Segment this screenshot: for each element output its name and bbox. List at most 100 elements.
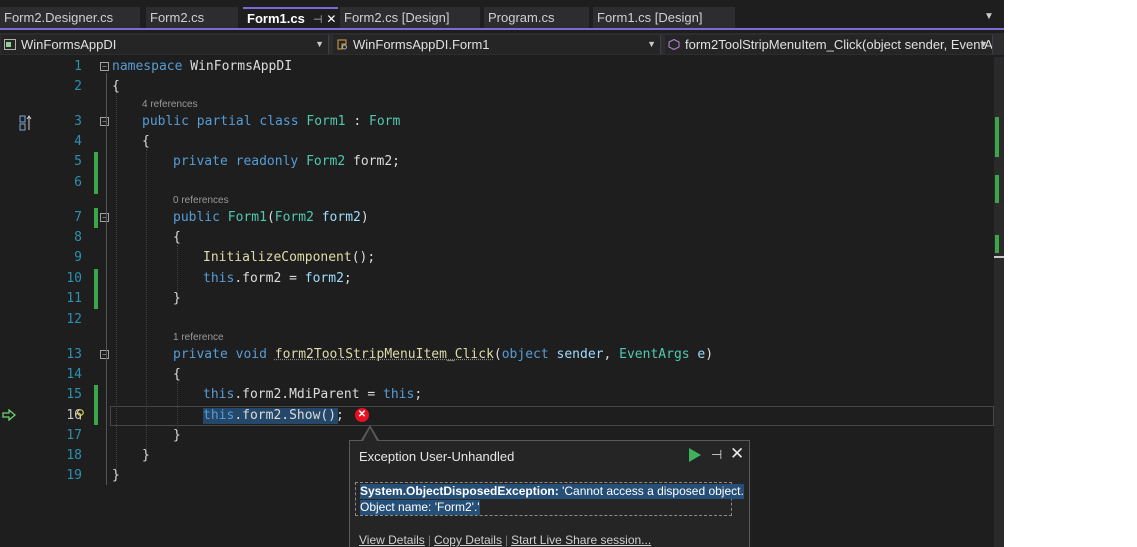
- view-details-link[interactable]: View Details: [359, 533, 425, 547]
- exception-helper-popup: Exception User-Unhandled ⊣ ✕ System.Obje…: [349, 440, 750, 547]
- tab-accent-line: [0, 28, 1004, 30]
- keyword: public partial class: [142, 114, 307, 129]
- line-number: 17: [66, 428, 82, 443]
- collapse-icon[interactable]: −: [100, 213, 109, 222]
- project-name: WinFormsAppDI: [21, 37, 117, 52]
- line-number: 15: [66, 387, 82, 402]
- line-number: 3: [74, 114, 82, 129]
- identifier: .form2 =: [234, 271, 305, 286]
- code-line-16: this.form2.Show();: [203, 406, 344, 426]
- pin-icon[interactable]: ⊣: [313, 14, 323, 26]
- tab-form2[interactable]: Form2.cs: [146, 7, 238, 29]
- line-number: 5: [74, 154, 82, 169]
- exception-actions: View Details | Copy Details | Start Live Sha…: [359, 533, 651, 547]
- punctuation: ): [705, 347, 714, 362]
- exception-object-name: Object name: 'Form2'.': [360, 500, 480, 515]
- parameter: form2: [304, 271, 344, 286]
- method-icon: [668, 39, 680, 50]
- tab-form1-design[interactable]: Form1.cs [Design]: [593, 7, 735, 29]
- copy-details-link[interactable]: Copy Details: [434, 533, 502, 547]
- line-number: 2: [74, 79, 82, 94]
- exception-message[interactable]: System.ObjectDisposedException: 'Cannot …: [355, 482, 744, 516]
- line-number: 8: [74, 230, 82, 245]
- tab-form2-designer[interactable]: Form2.Designer.cs: [0, 7, 140, 29]
- keyword: this: [203, 387, 235, 402]
- popup-pointer-fill: [363, 428, 377, 441]
- keyword: public: [173, 210, 228, 225]
- chevron-down-icon: ▼: [647, 39, 656, 49]
- collapse-icon[interactable]: −: [100, 350, 109, 359]
- line-number: 10: [66, 271, 82, 286]
- tab-program[interactable]: Program.cs: [484, 7, 589, 29]
- code-line-14: {: [173, 365, 181, 385]
- lightbulb-icon[interactable]: ⚲: [76, 407, 86, 421]
- tab-form2-design[interactable]: Form2.cs [Design]: [340, 7, 480, 29]
- brace: }: [173, 428, 181, 443]
- tab-form1-active[interactable]: Form1.cs ⊣ ✕: [243, 7, 338, 29]
- pin-icon[interactable]: ⊣: [711, 447, 722, 463]
- continue-icon[interactable]: [689, 448, 701, 462]
- code-line-18: }: [142, 446, 150, 466]
- scroll-change-marker: [995, 175, 999, 203]
- code-line-10: this.form2 = form2;: [203, 269, 352, 289]
- change-marker: [94, 152, 98, 194]
- close-icon[interactable]: ✕: [326, 12, 336, 26]
- codelens-references[interactable]: 1 reference: [173, 332, 224, 343]
- codelens-references[interactable]: 4 references: [142, 99, 198, 110]
- line-number: 6: [74, 175, 82, 190]
- punctuation: ();: [351, 250, 376, 265]
- line-number: 1: [74, 59, 82, 74]
- vertical-scrollbar[interactable]: [994, 57, 1004, 547]
- keyword: object: [501, 347, 549, 362]
- code-line-1: namespace WinFormsAppDI: [112, 57, 292, 77]
- brace: {: [112, 79, 120, 94]
- brace: {: [142, 134, 150, 149]
- exception-message-line: System.ObjectDisposedException: 'Cannot …: [360, 484, 744, 499]
- change-marker: [94, 208, 98, 228]
- collapse-icon[interactable]: −: [100, 62, 109, 71]
- type-name: Form1: [227, 210, 267, 225]
- type-name: EventArgs: [619, 347, 690, 362]
- code-line-15: this.form2.MdiParent = this;: [203, 385, 422, 405]
- tab-label: Program.cs: [488, 10, 555, 25]
- method-name: form2ToolStripMenuItem_Click: [274, 347, 494, 362]
- indent-guide: [146, 149, 147, 449]
- project-dropdown[interactable]: WinFormsAppDI ▼: [1, 35, 329, 54]
- code-line-13: private void form2ToolStripMenuItem_Clic…: [173, 345, 713, 365]
- keyword: this: [203, 408, 235, 423]
- codelens-class-glyph-icon: [19, 115, 32, 131]
- member-dropdown[interactable]: form2ToolStripMenuItem_Click(object send…: [665, 35, 993, 54]
- scroll-change-marker: [995, 235, 999, 253]
- punctuation: :: [345, 114, 369, 129]
- line-number: 11: [66, 291, 82, 306]
- brace: {: [173, 367, 181, 382]
- codelens-references[interactable]: 0 references: [173, 195, 229, 206]
- fold-guide: [106, 73, 107, 485]
- collapse-icon[interactable]: −: [100, 117, 109, 126]
- type-name: Form1: [306, 114, 346, 129]
- tab-label: Form1.cs: [247, 11, 305, 26]
- code-line-7: public Form1(Form2 form2): [173, 208, 369, 228]
- line-number: 4: [74, 134, 82, 149]
- code-line-3: public partial class Form1 : Form: [142, 112, 400, 132]
- exception-text: 'Cannot access a disposed object.: [558, 484, 744, 498]
- punctuation: ;: [414, 387, 423, 402]
- tab-overflow-dropdown-icon[interactable]: ▼: [983, 9, 995, 25]
- identifier: .form2.MdiParent =: [234, 387, 384, 402]
- close-icon[interactable]: ✕: [730, 444, 744, 464]
- divider: |: [504, 533, 509, 547]
- exception-title: Exception User-Unhandled: [359, 449, 515, 464]
- exception-type: System.ObjectDisposedException:: [360, 484, 559, 498]
- tab-label: Form2.Designer.cs: [4, 10, 114, 25]
- live-share-link[interactable]: Start Live Share session...: [511, 533, 651, 547]
- brace: {: [173, 230, 181, 245]
- error-icon[interactable]: ✕: [355, 408, 369, 422]
- code-line-11: }: [173, 289, 181, 309]
- class-dropdown[interactable]: WinFormsAppDI.Form1 ▼: [333, 35, 661, 54]
- identifier: .form2.Show();: [234, 408, 344, 423]
- tab-label: Form2.cs: [150, 10, 205, 25]
- keyword: this: [203, 271, 235, 286]
- scroll-change-marker: [995, 117, 999, 157]
- divider: |: [427, 533, 431, 547]
- code-line-9: InitializeComponent();: [203, 248, 375, 268]
